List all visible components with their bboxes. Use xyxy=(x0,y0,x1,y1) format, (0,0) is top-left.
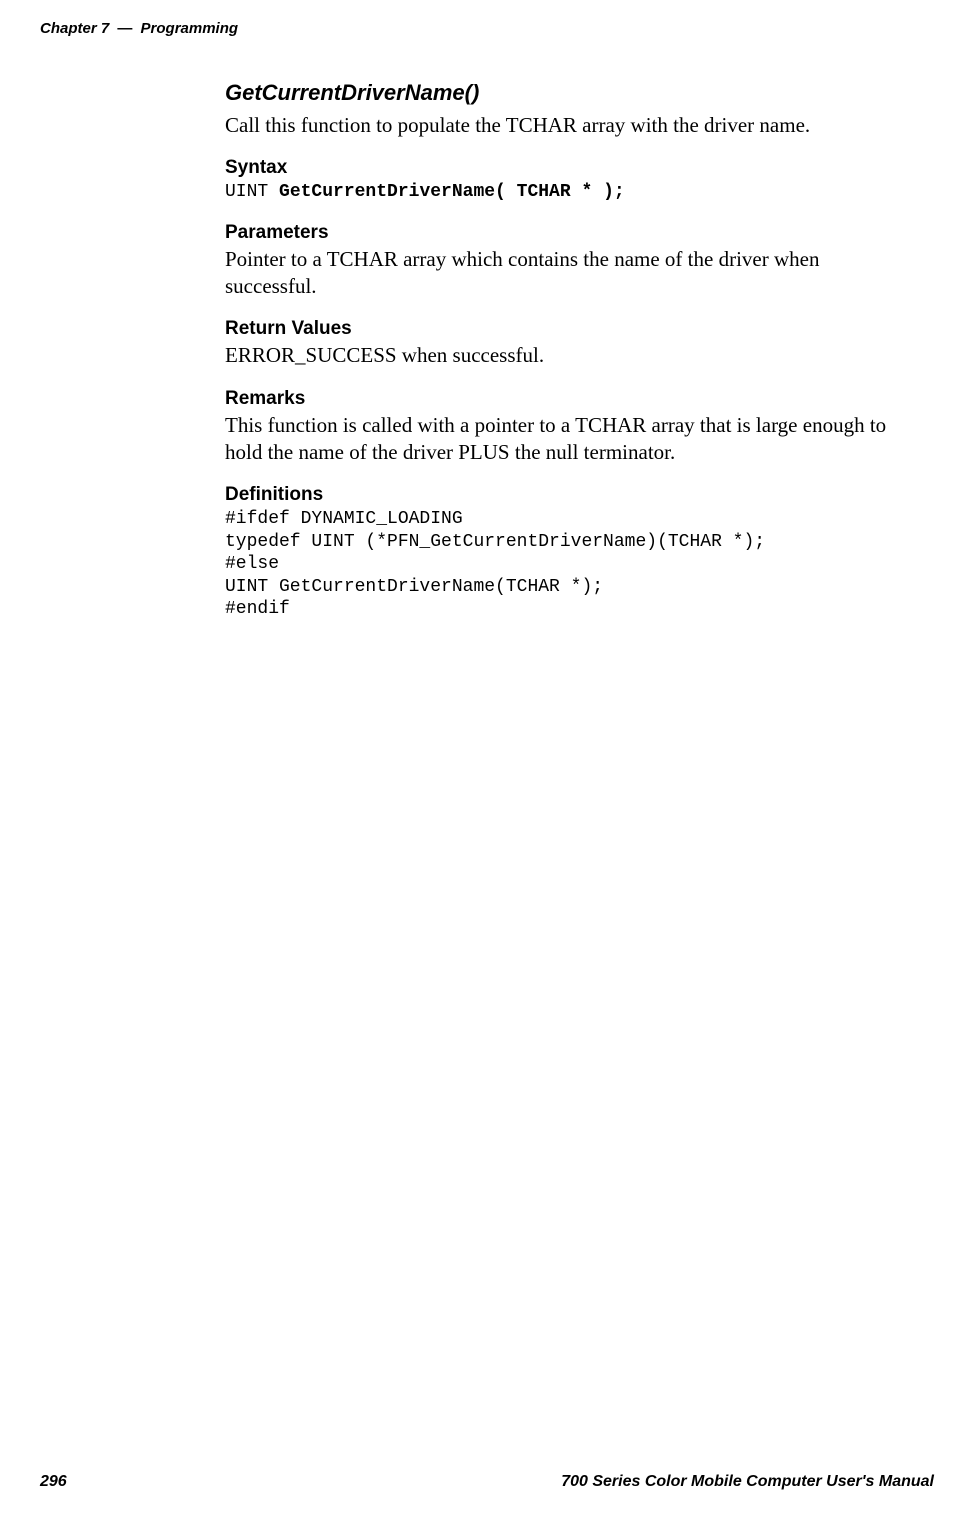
intro-text: Call this function to populate the TCHAR… xyxy=(225,112,914,139)
remarks-section: Remarks This function is called with a p… xyxy=(225,388,914,467)
content-area: GetCurrentDriverName() Call this functio… xyxy=(225,80,914,639)
parameters-heading: Parameters xyxy=(225,222,914,244)
function-title: GetCurrentDriverName() xyxy=(225,80,914,106)
page-number: 296 xyxy=(40,1473,67,1491)
chapter-label: Chapter 7 xyxy=(40,20,109,37)
parameters-text: Pointer to a TCHAR array which contains … xyxy=(225,246,914,301)
page-header: Chapter 7 — Programming xyxy=(40,20,238,37)
syntax-code: UINT GetCurrentDriverName( TCHAR * ); xyxy=(225,181,914,204)
header-dash: — xyxy=(117,20,132,37)
definitions-code: #ifdef DYNAMIC_LOADING typedef UINT (*PF… xyxy=(225,508,914,621)
return-values-section: Return Values ERROR_SUCCESS when success… xyxy=(225,318,914,369)
syntax-bold: GetCurrentDriverName( TCHAR * ); xyxy=(279,182,625,202)
definitions-heading: Definitions xyxy=(225,484,914,506)
syntax-section: Syntax UINT GetCurrentDriverName( TCHAR … xyxy=(225,157,914,204)
remarks-heading: Remarks xyxy=(225,388,914,410)
return-values-text: ERROR_SUCCESS when successful. xyxy=(225,342,914,369)
parameters-section: Parameters Pointer to a TCHAR array whic… xyxy=(225,222,914,301)
syntax-heading: Syntax xyxy=(225,157,914,179)
return-values-heading: Return Values xyxy=(225,318,914,340)
definitions-section: Definitions #ifdef DYNAMIC_LOADING typed… xyxy=(225,484,914,621)
page-footer: 296 700 Series Color Mobile Computer Use… xyxy=(40,1473,934,1491)
syntax-prefix: UINT xyxy=(225,182,279,202)
remarks-text: This function is called with a pointer t… xyxy=(225,412,914,467)
chapter-title: Programming xyxy=(141,20,239,37)
manual-title: 700 Series Color Mobile Computer User's … xyxy=(561,1473,934,1491)
